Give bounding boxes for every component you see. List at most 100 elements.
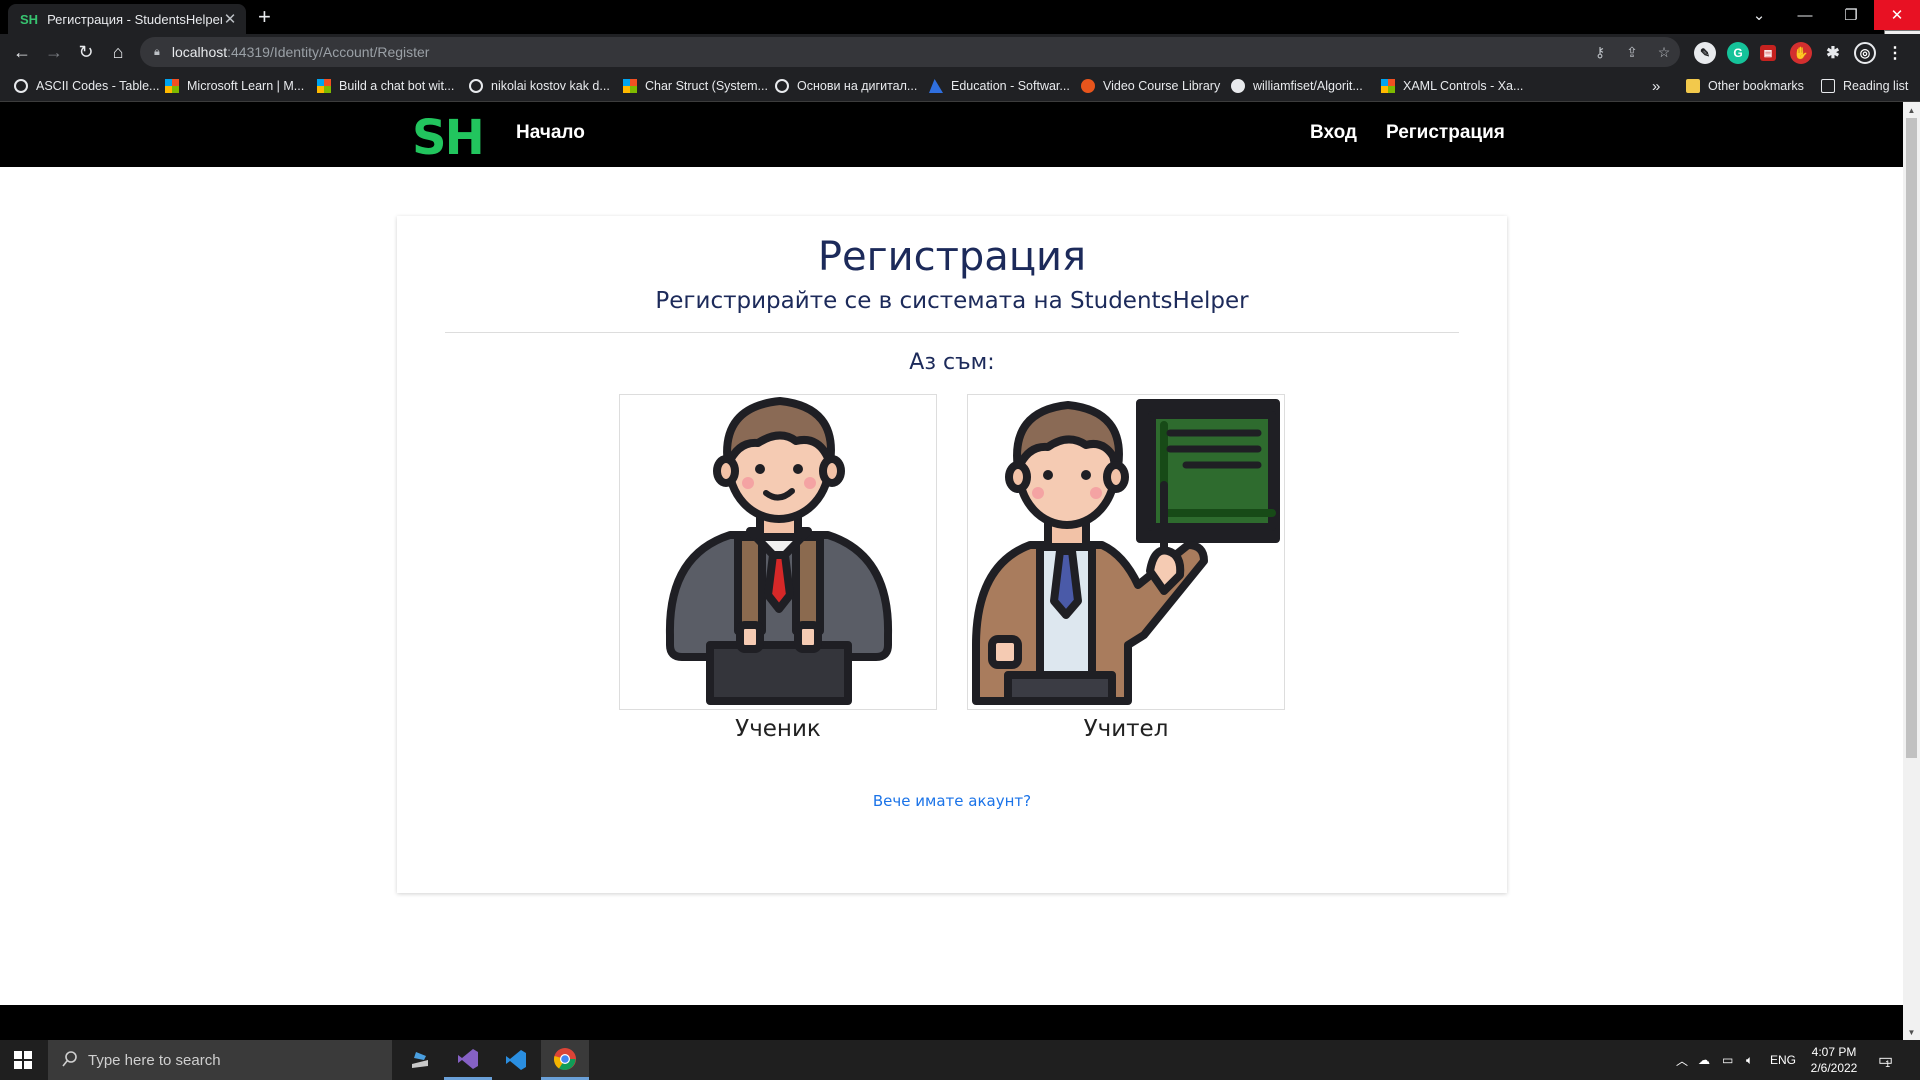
- taskbar-app-visual-studio[interactable]: [444, 1040, 492, 1080]
- network-icon[interactable]: ▭: [1722, 1040, 1733, 1080]
- windows-icon: [14, 1051, 32, 1069]
- nav-home-link[interactable]: Начало: [516, 122, 585, 144]
- language-indicator[interactable]: ENG: [1770, 1040, 1796, 1080]
- account-icon[interactable]: ◎: [1854, 42, 1876, 64]
- page-subtitle: Регистрирайте се в системата на Students…: [655, 288, 1249, 314]
- site-navbar: SH Начало Вход Регистрация: [0, 102, 1903, 167]
- pdf-extension-icon[interactable]: ▤: [1760, 45, 1776, 61]
- cloud-icon[interactable]: ☁: [1698, 1040, 1710, 1080]
- site-logo[interactable]: SH: [412, 110, 485, 166]
- home-icon[interactable]: ⌂: [104, 38, 132, 66]
- teacher-illustration-icon: [972, 399, 1280, 705]
- lock-icon: 🔒︎: [154, 45, 160, 58]
- browser-tab-bar: SH Регистрация - StudentsHelper ✕ + ⌄ — …: [0, 0, 1920, 48]
- role-student-label[interactable]: Ученик: [619, 716, 937, 742]
- minimize-button[interactable]: —: [1782, 0, 1828, 30]
- bookmarks-overflow-button[interactable]: »: [1652, 76, 1660, 96]
- folder-icon: [1686, 79, 1700, 93]
- reading-list-icon: [1821, 79, 1835, 93]
- restore-button[interactable]: ❐: [1828, 0, 1874, 30]
- page-scrollbar[interactable]: ▲ ▼: [1903, 102, 1920, 1040]
- register-card: Регистрация Регистрирайте се в системата…: [397, 216, 1507, 893]
- role-teacher-card[interactable]: [967, 394, 1285, 710]
- url-path: :44319/Identity/Account/Register: [227, 44, 430, 60]
- tab-search-icon[interactable]: ⌄: [1736, 0, 1782, 30]
- bookmark-label: XAML Controls - Xa...: [1403, 79, 1524, 93]
- bookmark-github[interactable]: williamfiset/Algorit...: [1231, 76, 1363, 96]
- role-student-card[interactable]: [619, 394, 937, 710]
- tray-overflow-icon[interactable]: ︿: [1676, 1040, 1688, 1080]
- google-icon: [775, 79, 789, 93]
- bookmark-label: ASCII Codes - Table...: [36, 79, 160, 93]
- chrome-icon: [553, 1047, 576, 1070]
- bookmark-label: Build a chat bot wit...: [339, 79, 455, 93]
- google-icon: [469, 79, 483, 93]
- reload-icon[interactable]: ↻: [72, 38, 100, 66]
- play-icon: [1081, 79, 1095, 93]
- address-bar[interactable]: 🔒︎ localhost:44319/Identity/Account/Regi…: [140, 37, 1680, 67]
- role-teacher-label[interactable]: Учител: [967, 716, 1285, 742]
- nav-register-link[interactable]: Регистрация: [1386, 122, 1505, 144]
- adblock-icon[interactable]: ✋: [1790, 42, 1812, 64]
- windows-taskbar: Type here to search ︿ ☁ ▭ 🔈︎ ENG 4:07 PM…: [0, 1040, 1920, 1080]
- bookmark-label: williamfiset/Algorit...: [1253, 79, 1363, 93]
- microsoft-icon: [1381, 79, 1395, 93]
- student-illustration-icon: [665, 397, 893, 705]
- key-icon[interactable]: ⚷: [1588, 37, 1612, 67]
- profile-extension-icon[interactable]: ✎: [1694, 42, 1716, 64]
- bookmark-label: Microsoft Learn | M...: [187, 79, 305, 93]
- tab-title: Регистрация - StudentsHelper: [47, 11, 222, 27]
- microsoft-icon: [317, 79, 331, 93]
- bookmark-ascii[interactable]: ASCII Codes - Table...: [14, 76, 159, 96]
- back-icon[interactable]: ←: [8, 38, 36, 66]
- taskbar-app-chrome[interactable]: [541, 1040, 589, 1080]
- taskbar-search-input[interactable]: Type here to search: [48, 1040, 392, 1080]
- bookmark-videocourse[interactable]: Video Course Library: [1081, 76, 1220, 96]
- nav-login-link[interactable]: Вход: [1310, 122, 1357, 144]
- scroll-up-icon[interactable]: ▲: [1903, 102, 1920, 118]
- role-prompt: Аз съм:: [909, 350, 995, 375]
- bookmark-label: nikolai kostov kak d...: [491, 79, 610, 93]
- notification-center[interactable]: ▭ 1: [1878, 1040, 1893, 1080]
- tab-close-icon[interactable]: ✕: [222, 10, 238, 28]
- search-placeholder: Type here to search: [88, 1051, 221, 1069]
- start-button[interactable]: [0, 1040, 46, 1080]
- taskbar-app-ssms[interactable]: [396, 1040, 444, 1080]
- already-have-account-link[interactable]: Вече имате акаунт?: [397, 792, 1507, 810]
- bookmark-star-icon[interactable]: ☆: [1652, 37, 1676, 67]
- bookmark-mslearn[interactable]: Microsoft Learn | M...: [165, 76, 304, 96]
- github-icon: [1231, 79, 1245, 93]
- globe-icon: [14, 79, 28, 93]
- bookmark-nikolai[interactable]: nikolai kostov kak d...: [469, 76, 610, 96]
- close-window-button[interactable]: ✕: [1874, 0, 1920, 30]
- share-icon[interactable]: ⇪: [1620, 37, 1644, 67]
- bookmark-xaml[interactable]: XAML Controls - Xa...: [1381, 76, 1523, 96]
- site-footer: [0, 1005, 1903, 1040]
- volume-icon[interactable]: 🔈︎: [1746, 1040, 1753, 1080]
- clock-date: 2/6/2022: [1810, 1061, 1858, 1075]
- scroll-thumb[interactable]: [1906, 118, 1917, 758]
- forward-icon[interactable]: →: [40, 38, 68, 66]
- bookmark-label: Char Struct (System...: [645, 79, 768, 93]
- page-title: Регистрация: [817, 234, 1087, 280]
- scroll-down-icon[interactable]: ▼: [1903, 1024, 1920, 1040]
- bookmark-chatbot[interactable]: Build a chat bot wit...: [317, 76, 454, 96]
- taskbar-app-vscode[interactable]: [492, 1040, 540, 1080]
- browser-toolbar: ← → ↻ ⌂ 🔒︎ localhost:44319/Identity/Acco…: [0, 34, 1920, 70]
- divider: [445, 332, 1459, 333]
- visual-studio-icon: [458, 1048, 478, 1069]
- vscode-icon: [506, 1050, 526, 1070]
- menu-kebab-icon[interactable]: ⋮: [1884, 42, 1906, 64]
- extensions-puzzle-icon[interactable]: ✱: [1822, 42, 1844, 64]
- grammarly-icon[interactable]: G: [1727, 42, 1749, 64]
- browser-tab[interactable]: SH Регистрация - StudentsHelper ✕: [8, 4, 246, 34]
- bookmark-osnovi[interactable]: Основи на дигитал...: [775, 76, 917, 96]
- new-tab-button[interactable]: +: [258, 4, 271, 30]
- bookmark-education[interactable]: Education - Softwar...: [929, 76, 1070, 96]
- bookmark-charstruct[interactable]: Char Struct (System...: [623, 76, 768, 96]
- other-bookmarks[interactable]: Other bookmarks: [1686, 76, 1804, 96]
- site-favicon: SH: [20, 11, 39, 27]
- reading-list[interactable]: Reading list: [1821, 76, 1908, 96]
- taskbar-clock[interactable]: 4:07 PM 2/6/2022: [1806, 1044, 1862, 1076]
- clock-time: 4:07 PM: [1811, 1045, 1857, 1059]
